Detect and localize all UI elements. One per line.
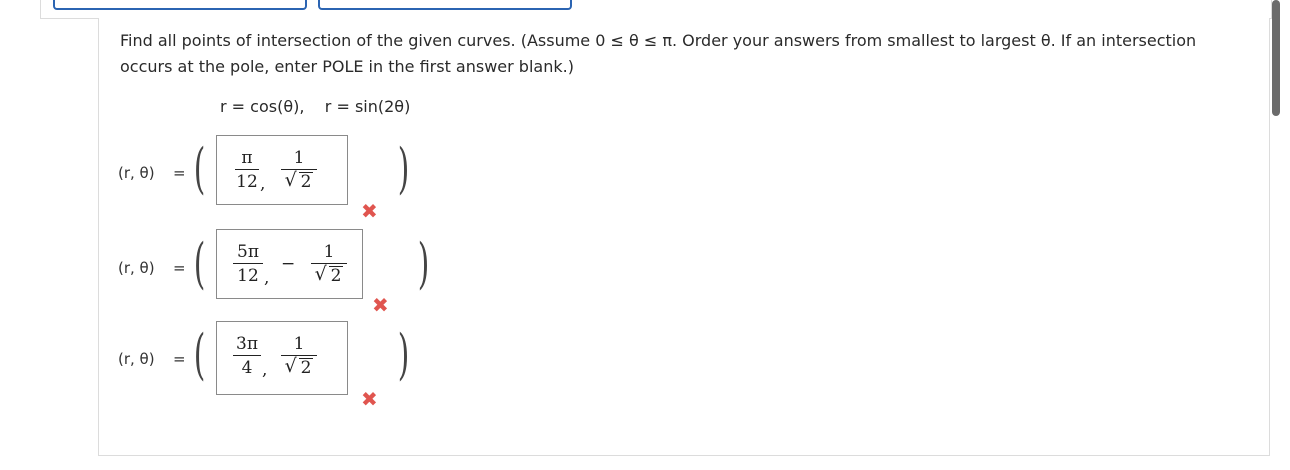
answer-label: (r, θ) [118, 259, 155, 277]
equals-sign: = [173, 350, 186, 368]
previous-button[interactable] [53, 0, 307, 10]
equals-sign: = [173, 259, 186, 277]
separator-comma: , [262, 360, 268, 380]
answer-input-3[interactable]: 3π 4 , 1 √ 2 [216, 321, 348, 395]
next-button[interactable] [318, 0, 572, 10]
theta-fraction: π 12 [235, 148, 259, 192]
open-paren: ( [193, 232, 206, 295]
sqrt-icon: √ 2 [314, 263, 344, 286]
curve-equations: r = cos(θ), r = sin(2θ) [220, 97, 411, 116]
separator-comma: , [264, 268, 270, 288]
question-text: Find all points of intersection of the g… [120, 31, 1197, 76]
previous-panel-edge [40, 0, 1272, 19]
close-paren: ) [417, 232, 430, 295]
answer-label: (r, θ) [118, 164, 155, 182]
incorrect-icon: ✖ [361, 199, 378, 223]
r-fraction: 1 √ 2 [281, 334, 317, 378]
separator-comma: , [260, 174, 266, 194]
scrollbar-thumb[interactable] [1272, 0, 1280, 116]
open-paren: ( [193, 137, 206, 200]
r-fraction: 1 √ 2 [281, 148, 317, 192]
answer-label: (r, θ) [118, 350, 155, 368]
sqrt-icon: √ 2 [284, 355, 314, 378]
theta-fraction: 5π 12 [233, 242, 263, 286]
close-paren: ) [397, 137, 410, 200]
open-paren: ( [193, 323, 206, 386]
answer-input-1[interactable]: π 12 , 1 √ 2 [216, 135, 348, 205]
theta-fraction: 3π 4 [233, 334, 261, 378]
incorrect-icon: ✖ [372, 293, 389, 317]
incorrect-icon: ✖ [361, 387, 378, 411]
negative-sign: − [281, 254, 296, 274]
sqrt-icon: √ 2 [284, 169, 314, 192]
r-fraction: 1 √ 2 [311, 242, 347, 286]
close-paren: ) [397, 323, 410, 386]
equals-sign: = [173, 164, 186, 182]
answer-input-2[interactable]: 5π 12 , − 1 √ 2 [216, 229, 363, 299]
